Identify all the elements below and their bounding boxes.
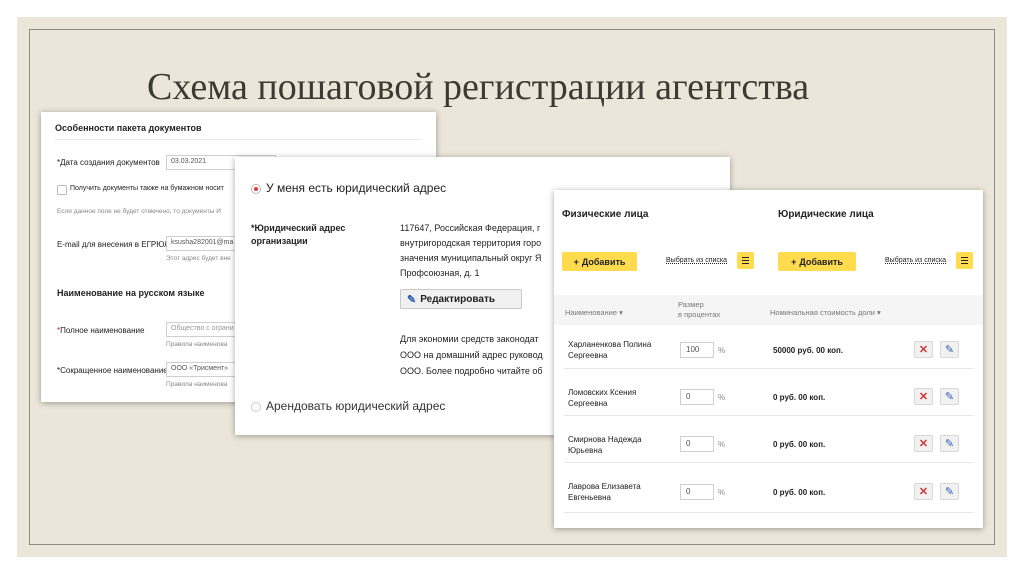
edit-address-button[interactable]: ✎ Редактировать	[400, 289, 522, 309]
address-line: значения муниципальный округ Я	[400, 253, 542, 263]
pencil-icon: ✎	[407, 293, 417, 306]
percent-input[interactable]: 100	[680, 342, 714, 358]
founder-name-line: Харланенкова Полина	[568, 340, 652, 349]
full-name-rules-link[interactable]: Правила наименова	[166, 341, 227, 348]
pencil-icon[interactable]: ✎	[940, 435, 959, 452]
note-line: ООО на домашний адрес руковод	[400, 350, 543, 360]
percent-input[interactable]: 0	[680, 484, 714, 500]
delete-icon[interactable]: ✕	[914, 388, 933, 405]
add-legal-entity-button[interactable]: + Добавить	[778, 252, 856, 271]
package-heading: Особенности пакета документов	[55, 123, 202, 133]
percent-sign: %	[718, 440, 726, 449]
add-individual-button[interactable]: + Добавить	[562, 252, 637, 271]
percent-sign: %	[718, 488, 726, 497]
column-header-size-line1: Размер	[678, 300, 704, 309]
own-address-option[interactable]: У меня есть юридический адрес	[266, 181, 446, 195]
column-header-size-line2: в процентах	[678, 310, 721, 319]
edit-address-label: Редактировать	[420, 293, 495, 305]
pencil-icon[interactable]: ✎	[940, 341, 959, 358]
russian-name-heading: Наименование на русском языке	[57, 288, 205, 298]
full-name-input[interactable]: Общество с ограни	[166, 322, 246, 337]
email-hint: Этот адрес будет вне	[166, 255, 231, 262]
menu-icon[interactable]	[956, 252, 973, 269]
address-label-line1: *Юридический адрес	[251, 223, 346, 233]
slide-title: Схема пошаговой регистрации агентства	[147, 66, 810, 108]
short-name-label: *Сокращенное наименование	[57, 366, 168, 375]
delete-icon[interactable]: ✕	[914, 341, 933, 358]
date-label: *Дата создания документов	[57, 158, 160, 167]
divider	[55, 139, 421, 140]
short-name-rules-link[interactable]: Правила наименова	[166, 381, 227, 388]
choose-legal-entity-link[interactable]: Выбрать из списка	[885, 257, 946, 264]
percent-input[interactable]: 0	[680, 389, 714, 405]
sort-icon: ▾	[619, 308, 623, 317]
paper-copy-label: Получить документы также на бумажном нос…	[70, 185, 224, 192]
full-name-label: *Полное наименование	[57, 326, 144, 335]
founder-name-line: Сергеевна	[568, 399, 608, 408]
choose-individual-link[interactable]: Выбрать из списка	[666, 257, 727, 264]
percent-sign: %	[718, 393, 726, 402]
plus-icon: +	[573, 256, 579, 267]
legal-entities-title: Юридические лица	[778, 209, 874, 220]
founder-name-line: Евгеньевна	[568, 493, 611, 502]
radio-selected-icon[interactable]	[251, 184, 261, 194]
pencil-icon[interactable]: ✎	[940, 483, 959, 500]
radio-unselected-icon[interactable]	[251, 402, 261, 412]
row-divider	[564, 462, 974, 463]
individuals-title: Физические лица	[562, 209, 649, 220]
column-header-nominal[interactable]: Номинальная стоимость доли ▾	[770, 308, 881, 317]
add-legal-entity-label: Добавить	[799, 256, 843, 267]
founder-name-line: Лаврова Елизавета	[568, 482, 641, 491]
paper-copy-hint: Если данное поле не будет отмечено, то д…	[57, 208, 221, 215]
founder-name: Лаврова Елизавета Евгеньевна	[568, 481, 641, 503]
row-divider	[564, 512, 974, 513]
address-line: внутригородская территория горо	[400, 238, 542, 248]
delete-icon[interactable]: ✕	[914, 435, 933, 452]
full-name-label-text: Полное наименование	[60, 326, 145, 335]
founder-name: Харланенкова Полина Сергеевна	[568, 339, 651, 361]
nominal-amount: 0 руб. 00 коп.	[773, 488, 826, 497]
add-individual-label: Добавить	[581, 256, 626, 267]
note-line: ООО. Более подробно читайте об	[400, 366, 543, 376]
percent-sign: %	[718, 346, 726, 355]
founders-panel: Физические лица Юридические лица + Добави…	[554, 190, 983, 528]
address-line: 117647, Российская Федерация, г	[400, 223, 541, 233]
row-divider	[564, 368, 974, 369]
founder-name: Смирнова Надежда Юрьевна	[568, 434, 642, 456]
founder-name-line: Ломовских Ксения	[568, 388, 637, 397]
sort-icon: ▾	[877, 308, 881, 317]
email-label: E-mail для внесения в ЕГРЮЛ	[57, 240, 170, 249]
plus-icon: +	[791, 256, 797, 267]
column-header-name-label: Наименование	[565, 308, 617, 317]
column-header-name[interactable]: Наименование ▾	[565, 308, 623, 317]
founder-name-line: Сергеевна	[568, 351, 608, 360]
founder-name-line: Юрьевна	[568, 446, 603, 455]
paper-copy-checkbox[interactable]	[57, 185, 67, 195]
founder-name: Ломовских Ксения Сергеевна	[568, 387, 636, 409]
short-name-input[interactable]: ООО «Трисмент»	[166, 362, 246, 377]
address-label-line2: организации	[251, 236, 308, 246]
nominal-amount: 0 руб. 00 коп.	[773, 393, 826, 402]
column-header-nominal-label: Номинальная стоимость доли	[770, 308, 875, 317]
delete-icon[interactable]: ✕	[914, 483, 933, 500]
founder-name-line: Смирнова Надежда	[568, 435, 642, 444]
menu-icon[interactable]	[737, 252, 754, 269]
nominal-amount: 0 руб. 00 коп.	[773, 440, 826, 449]
row-divider	[564, 415, 974, 416]
nominal-amount: 50000 руб. 00 коп.	[773, 346, 844, 355]
address-line: Профсоюзная, д. 1	[400, 268, 480, 278]
pencil-icon[interactable]: ✎	[940, 388, 959, 405]
percent-input[interactable]: 0	[680, 436, 714, 452]
rent-address-option[interactable]: Арендовать юридический адрес	[266, 399, 445, 413]
note-line: Для экономии средств законодат	[400, 334, 539, 344]
